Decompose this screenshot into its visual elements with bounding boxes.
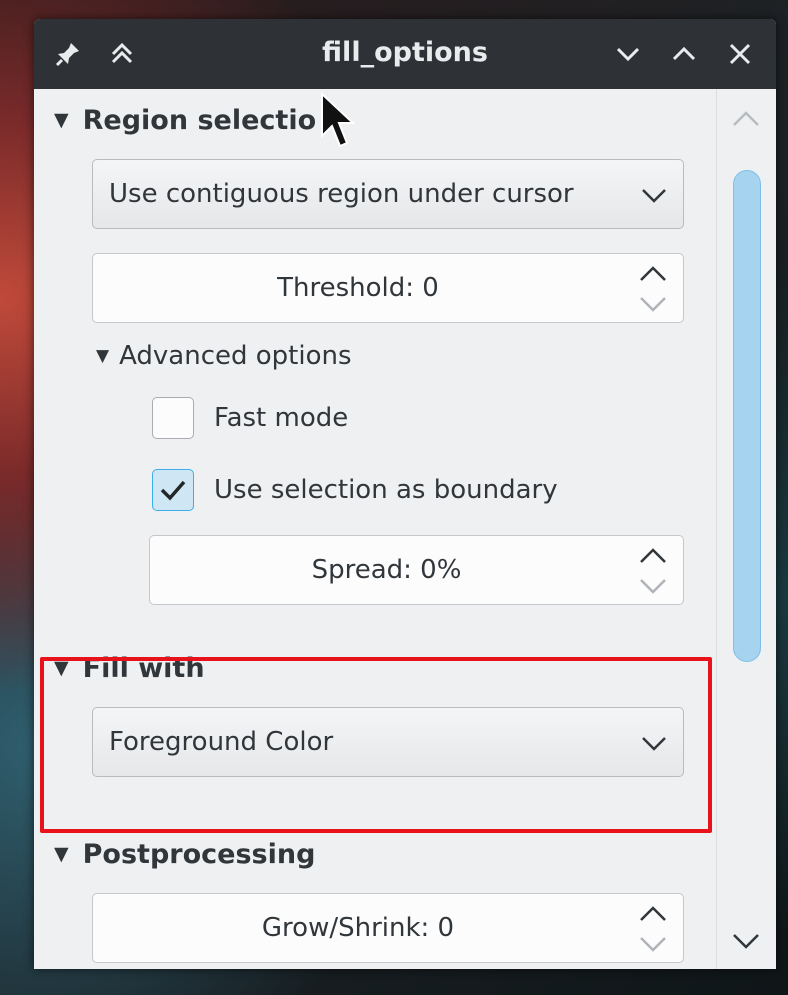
spin-up-icon[interactable] bbox=[637, 262, 669, 286]
fast-mode-label[interactable]: Fast mode bbox=[214, 403, 348, 433]
scrollbar-thumb[interactable] bbox=[733, 170, 761, 662]
use-selection-boundary-label[interactable]: Use selection as boundary bbox=[214, 475, 558, 505]
annotation-highlight-box bbox=[40, 657, 712, 833]
spin-up-icon[interactable] bbox=[637, 544, 669, 568]
options-panel: ▼ Region selectio Use contiguous region u… bbox=[34, 89, 776, 969]
spin-down-icon[interactable] bbox=[637, 932, 669, 956]
scroll-down-icon[interactable] bbox=[731, 925, 761, 955]
advanced-options-heading[interactable]: ▼ Advanced options bbox=[96, 341, 352, 371]
region-selection-heading[interactable]: ▼ Region selectio bbox=[54, 105, 316, 136]
spread-spinbox[interactable]: Spread: 0% bbox=[149, 535, 684, 605]
titlebar[interactable]: fill_options bbox=[34, 19, 776, 89]
spin-up-icon[interactable] bbox=[637, 902, 669, 926]
spin-down-icon[interactable] bbox=[637, 292, 669, 316]
region-mode-combo[interactable]: Use contiguous region under cursor bbox=[92, 159, 684, 229]
check-icon bbox=[160, 480, 186, 501]
maximize-icon[interactable] bbox=[668, 38, 700, 70]
collapse-triangle-icon: ▼ bbox=[54, 843, 69, 865]
postprocessing-heading[interactable]: ▼ Postprocessing bbox=[54, 839, 315, 870]
collapse-triangle-icon: ▼ bbox=[96, 346, 110, 366]
minimize-icon[interactable] bbox=[612, 38, 644, 70]
grow-shrink-spinbox[interactable]: Grow/Shrink: 0 bbox=[92, 893, 684, 963]
window-title: fill_options bbox=[322, 37, 488, 68]
vertical-scrollbar[interactable] bbox=[716, 89, 776, 969]
mouse-cursor-icon bbox=[321, 92, 356, 148]
threshold-spinbox[interactable]: Threshold: 0 bbox=[92, 253, 684, 323]
fill-options-window: fill_options ▼ Region selectio Use contig… bbox=[34, 19, 776, 969]
scroll-up-icon[interactable] bbox=[731, 105, 761, 135]
spin-down-icon[interactable] bbox=[637, 574, 669, 598]
use-selection-boundary-checkbox[interactable] bbox=[152, 469, 194, 511]
chevron-down-icon bbox=[642, 189, 666, 203]
fast-mode-checkbox[interactable] bbox=[152, 397, 194, 439]
collapse-triangle-icon: ▼ bbox=[54, 109, 69, 131]
close-icon[interactable] bbox=[724, 38, 756, 70]
